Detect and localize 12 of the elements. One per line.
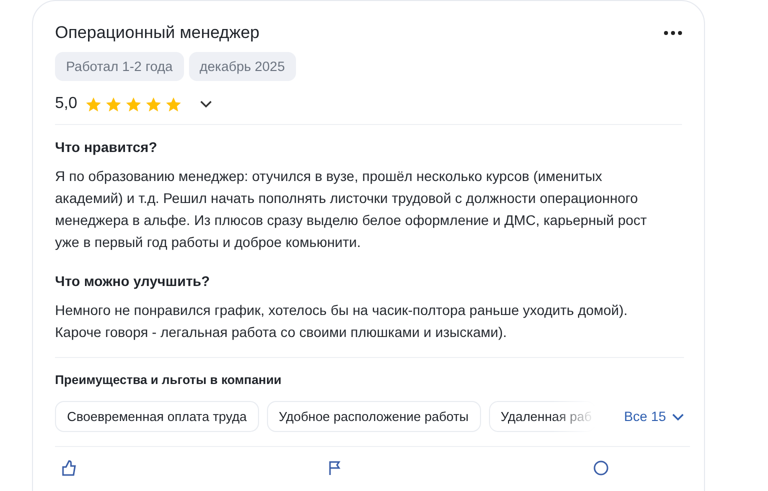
review-title: Операционный менеджер [55, 23, 260, 43]
tag: декабрь 2025 [188, 52, 296, 81]
benefit-chip: Удобное расположение работы [266, 401, 481, 432]
section-heading: Что можно улучшить? [55, 273, 211, 289]
benefits-heading: Преимущества и льготы в компании [55, 373, 282, 387]
section-heading: Что нравится? [55, 139, 158, 155]
review-text: Я по образованию менеджер: отучился в вузе, прошёл несколько курсов (именитых академий) и т.д. Решил начать пополнять листочки трудовой с должности операционного менеджера в альфе. Из плюсов сразу выделю белое оформление и ДМС, карьерный рост уже в первый год работы и доброе комьюнити. [55, 167, 648, 252]
tag: Работал 1-2 года [55, 52, 184, 81]
review-text: Немного не понравился график, хотелось бы на часик-полтора раньше уходить домой). Кароче говоря - легальная работа со своими плюшками и изысками). [55, 301, 629, 342]
show-all-button[interactable]: Все 15 [624, 409, 684, 424]
benefit-chip: Своевременная оплата труда [55, 401, 259, 432]
rating-value: 5,0 [55, 95, 78, 113]
